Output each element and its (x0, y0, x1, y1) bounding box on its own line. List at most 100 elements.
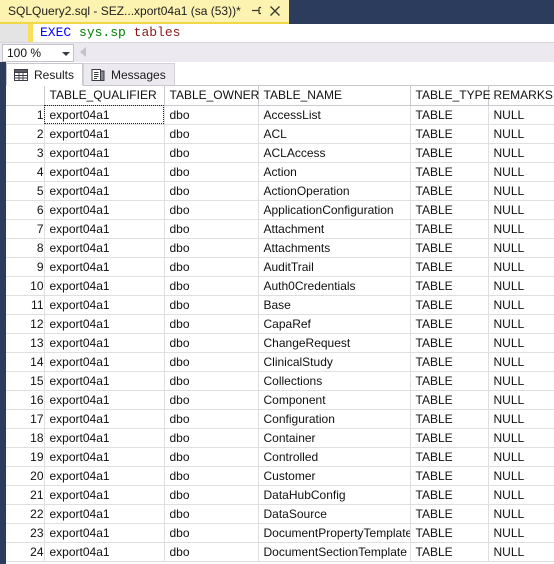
row-number-cell[interactable]: 16 (6, 390, 45, 410)
cell-table-name[interactable]: ChangeRequest (258, 333, 411, 353)
cell-table-name[interactable]: ClinicalStudy (258, 352, 411, 372)
cell-table-name[interactable]: ACLAccess (258, 143, 411, 163)
table-row[interactable]: 17 export04a1 dbo Configuration TABLE NULL (6, 409, 554, 429)
cell-table-type[interactable]: TABLE (410, 428, 489, 448)
cell-table-type[interactable]: TABLE (410, 390, 489, 410)
cell-remarks[interactable]: NULL (488, 428, 554, 448)
column-header-table-owner[interactable]: TABLE_OWNER (164, 86, 259, 106)
table-row[interactable]: 5 export04a1 dbo ActionOperation TABLE NULL (6, 181, 554, 201)
table-row[interactable]: 3 export04a1 dbo ACLAccess TABLE NULL (6, 143, 554, 163)
row-number-cell[interactable]: 13 (6, 333, 45, 353)
cell-table-owner[interactable]: dbo (164, 352, 259, 372)
cell-remarks[interactable]: NULL (488, 124, 554, 144)
table-row[interactable]: 16 export04a1 dbo Component TABLE NULL (6, 390, 554, 410)
cell-table-owner[interactable]: dbo (164, 257, 259, 277)
cell-table-type[interactable]: TABLE (410, 542, 489, 562)
column-header-table-type[interactable]: TABLE_TYPE (410, 86, 491, 106)
row-number-cell[interactable]: 4 (6, 162, 45, 182)
cell-table-qualifier[interactable]: export04a1 (44, 257, 165, 277)
cell-table-type[interactable]: TABLE (410, 504, 489, 524)
row-number-cell[interactable]: 24 (6, 542, 45, 562)
cell-table-owner[interactable]: dbo (164, 542, 259, 562)
row-number-cell[interactable]: 20 (6, 466, 45, 486)
cell-table-type[interactable]: TABLE (410, 181, 489, 201)
cell-table-qualifier[interactable]: export04a1 (44, 276, 165, 296)
cell-table-name[interactable]: Component (258, 390, 411, 410)
cell-table-name[interactable]: CapaRef (258, 314, 411, 334)
cell-table-qualifier[interactable]: export04a1 (44, 542, 165, 562)
cell-remarks[interactable]: NULL (488, 466, 554, 486)
table-row[interactable]: 15 export04a1 dbo Collections TABLE NULL (6, 371, 554, 391)
row-number-cell[interactable]: 9 (6, 257, 45, 277)
cell-table-owner[interactable]: dbo (164, 200, 259, 220)
cell-table-qualifier[interactable]: export04a1 (44, 200, 165, 220)
column-header-table-name[interactable]: TABLE_NAME (258, 86, 411, 106)
table-row[interactable]: 18 export04a1 dbo Container TABLE NULL (6, 428, 554, 448)
cell-table-owner[interactable]: dbo (164, 333, 259, 353)
cell-table-qualifier[interactable]: export04a1 (44, 523, 165, 543)
cell-table-owner[interactable]: dbo (164, 428, 259, 448)
cell-table-qualifier[interactable]: export04a1 (44, 219, 165, 239)
row-number-cell[interactable]: 22 (6, 504, 45, 524)
cell-table-qualifier[interactable]: export04a1 (44, 466, 165, 486)
row-number-cell[interactable]: 23 (6, 523, 45, 543)
cell-table-qualifier[interactable]: export04a1 (44, 371, 165, 391)
pin-icon[interactable] (248, 3, 264, 19)
table-row[interactable]: 21 export04a1 dbo DataHubConfig TABLE NULL (6, 485, 554, 505)
table-row[interactable]: 23 export04a1 dbo DocumentPropertyTemplate T… (6, 523, 554, 543)
row-number-cell[interactable]: 11 (6, 295, 45, 315)
table-row[interactable]: 4 export04a1 dbo Action TABLE NULL (6, 162, 554, 182)
table-row[interactable]: 9 export04a1 dbo AuditTrail TABLE NULL (6, 257, 554, 277)
cell-table-owner[interactable]: dbo (164, 162, 259, 182)
row-number-cell[interactable]: 12 (6, 314, 45, 334)
cell-table-type[interactable]: TABLE (410, 238, 489, 258)
cell-table-name[interactable]: Collections (258, 371, 411, 391)
cell-table-owner[interactable]: dbo (164, 466, 259, 486)
close-icon[interactable] (267, 3, 283, 19)
table-row[interactable]: 7 export04a1 dbo Attachment TABLE NULL (6, 219, 554, 239)
tab-results[interactable]: Results (6, 63, 84, 86)
cell-table-owner[interactable]: dbo (164, 276, 259, 296)
cell-table-qualifier[interactable]: export04a1 (44, 314, 165, 334)
cell-table-name[interactable]: Base (258, 295, 411, 315)
cell-table-qualifier[interactable]: export04a1 (44, 428, 165, 448)
sql-editor[interactable]: EXEC sys.sp tables (0, 24, 554, 42)
cell-table-type[interactable]: TABLE (410, 466, 489, 486)
cell-table-qualifier[interactable]: export04a1 (44, 333, 165, 353)
cell-table-type[interactable]: TABLE (410, 523, 489, 543)
row-number-cell[interactable]: 21 (6, 485, 45, 505)
cell-table-name[interactable]: Action (258, 162, 411, 182)
tab-messages[interactable]: Messages (83, 63, 175, 86)
cell-table-type[interactable]: TABLE (410, 162, 489, 182)
cell-table-owner[interactable]: dbo (164, 447, 259, 467)
cell-remarks[interactable]: NULL (488, 333, 554, 353)
cell-table-qualifier[interactable]: export04a1 (44, 504, 165, 524)
table-row[interactable]: 12 export04a1 dbo CapaRef TABLE NULL (6, 314, 554, 334)
cell-remarks[interactable]: NULL (488, 390, 554, 410)
cell-table-name[interactable]: Controlled (258, 447, 411, 467)
cell-table-type[interactable]: TABLE (410, 409, 489, 429)
cell-remarks[interactable]: NULL (488, 238, 554, 258)
cell-table-type[interactable]: TABLE (410, 485, 489, 505)
editor-code-line[interactable]: EXEC sys.sp tables (40, 24, 180, 42)
cell-table-name[interactable]: Customer (258, 466, 411, 486)
table-row[interactable]: 11 export04a1 dbo Base TABLE NULL (6, 295, 554, 315)
cell-table-owner[interactable]: dbo (164, 143, 259, 163)
cell-table-type[interactable]: TABLE (410, 447, 489, 467)
cell-table-type[interactable]: TABLE (410, 105, 489, 125)
cell-table-name[interactable]: Container (258, 428, 411, 448)
cell-remarks[interactable]: NULL (488, 352, 554, 372)
cell-remarks[interactable]: NULL (488, 257, 554, 277)
table-row[interactable]: 10 export04a1 dbo Auth0Credentials TABLE NULL (6, 276, 554, 296)
cell-table-type[interactable]: TABLE (410, 124, 489, 144)
cell-table-owner[interactable]: dbo (164, 238, 259, 258)
column-header-table-qualifier[interactable]: TABLE_QUALIFIER (44, 86, 165, 106)
cell-table-name[interactable]: AccessList (258, 105, 411, 125)
table-row[interactable]: 19 export04a1 dbo Controlled TABLE NULL (6, 447, 554, 467)
cell-remarks[interactable]: NULL (488, 371, 554, 391)
row-number-cell[interactable]: 18 (6, 428, 45, 448)
cell-table-qualifier[interactable]: export04a1 (44, 447, 165, 467)
cell-table-owner[interactable]: dbo (164, 124, 259, 144)
cell-table-owner[interactable]: dbo (164, 409, 259, 429)
cell-remarks[interactable]: NULL (488, 542, 554, 562)
